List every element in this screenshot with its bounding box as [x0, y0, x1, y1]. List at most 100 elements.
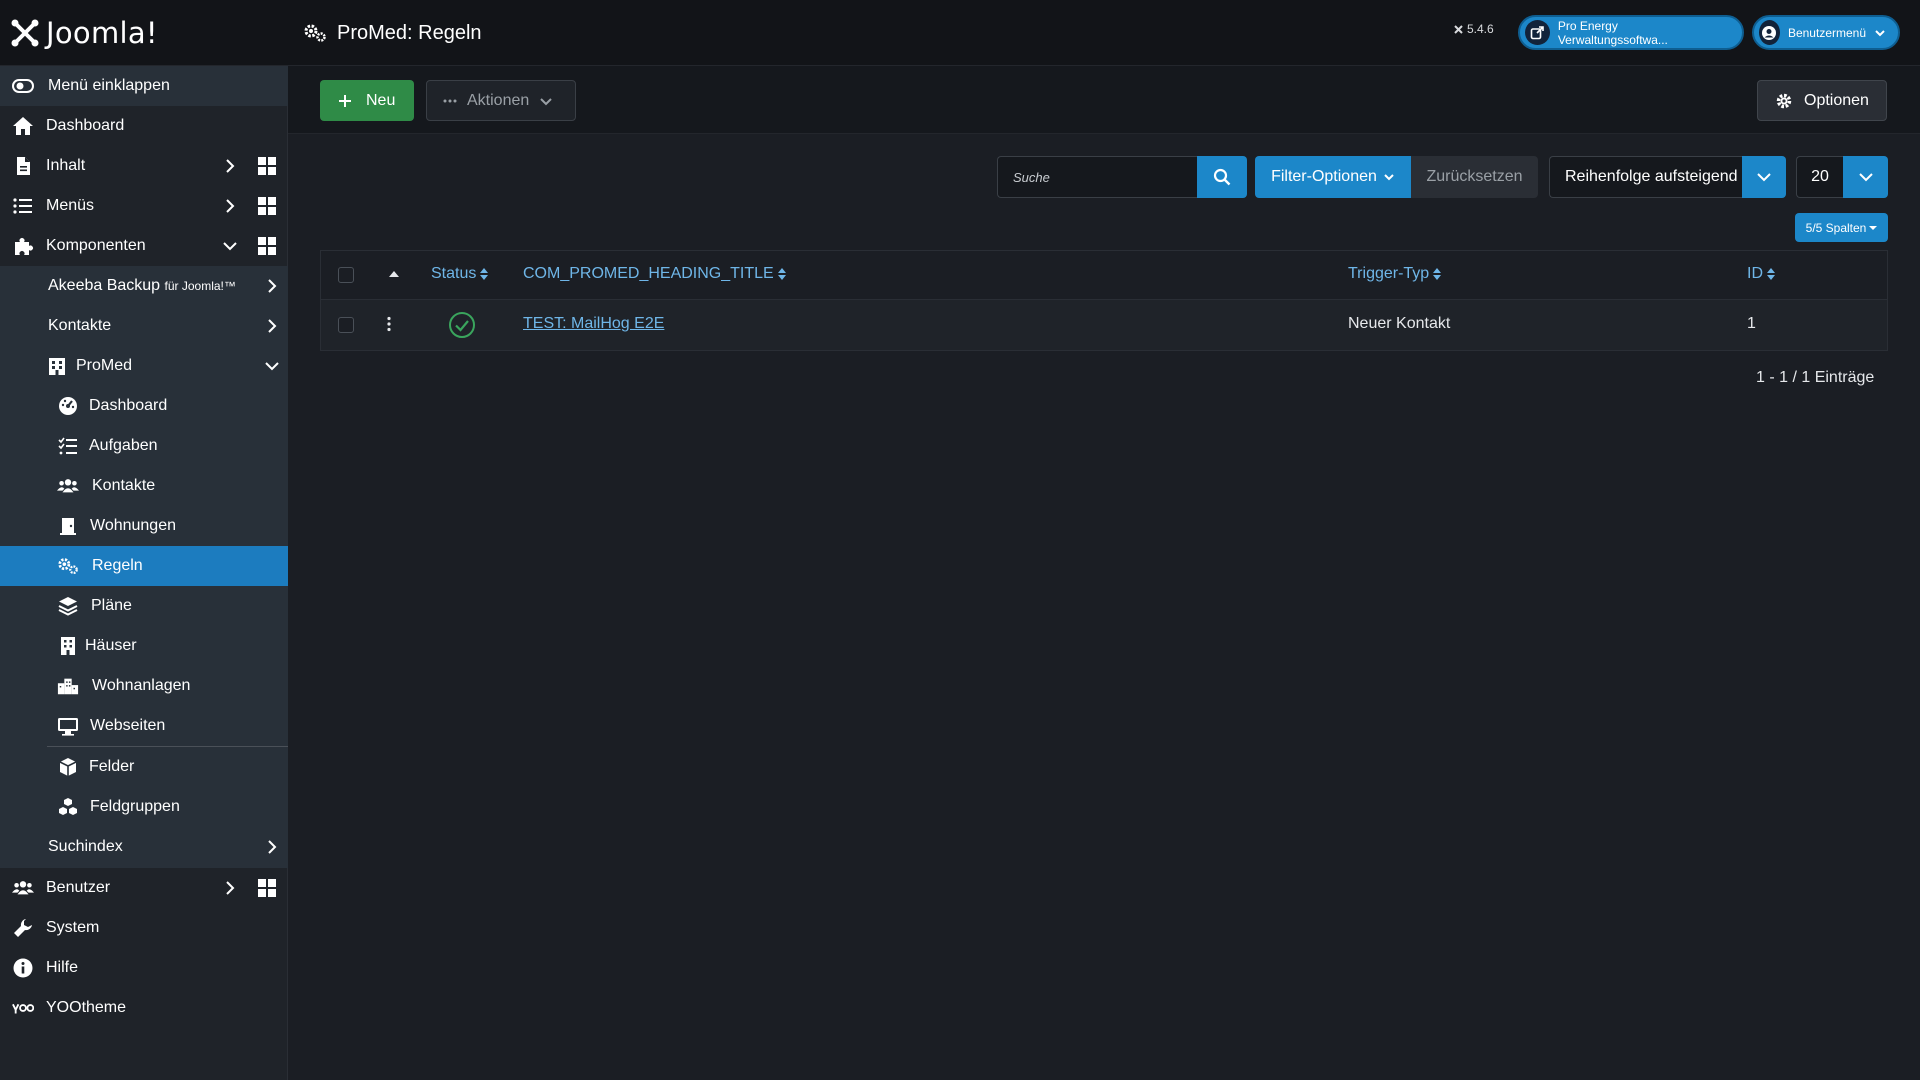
sidebar-item-label: Kontakte	[48, 317, 112, 334]
cogs-icon	[303, 23, 327, 43]
sidebar-item-field-groups[interactable]: Feldgruppen	[0, 787, 288, 827]
building-icon	[57, 635, 79, 657]
actions-dropdown[interactable]: Aktionen	[426, 80, 576, 121]
sidebar-item-components[interactable]: Komponenten	[0, 226, 288, 266]
cogs-icon	[57, 555, 79, 577]
id-cell: 1	[1747, 315, 1756, 332]
dashboard-grid-icon[interactable]	[258, 237, 276, 255]
sidebar-item-label: Menüs	[46, 197, 95, 214]
sidebar-item-promed-contacts[interactable]: Kontakte	[0, 466, 288, 506]
sidebar-item-fields[interactable]: Felder	[0, 747, 288, 787]
header-bar: Joomla! ProMed: Regeln 5.4.6 Pro Energy …	[0, 0, 1920, 66]
sidebar-toggle-menu[interactable]: Menü einklappen	[0, 66, 288, 106]
sidebar-item-label: Menü einklappen	[48, 77, 170, 94]
sidebar-item-websites[interactable]: Webseiten	[0, 706, 288, 746]
dashboard-grid-icon[interactable]	[258, 197, 276, 215]
search-button[interactable]	[1197, 156, 1247, 198]
chevron-down-icon	[1383, 171, 1395, 183]
user-menu-label: Benutzermenü	[1787, 25, 1866, 40]
sidebar-item-tasks[interactable]: Aufgaben	[0, 426, 288, 466]
puzzle-icon	[12, 235, 34, 257]
chevron-right-icon[interactable]	[264, 318, 280, 334]
list-limit-toggle[interactable]	[1843, 156, 1888, 198]
akeeba-suffix: für Joomla!™	[164, 279, 236, 293]
search-icon	[1213, 168, 1231, 186]
chevron-right-icon[interactable]	[222, 880, 238, 896]
row-checkbox[interactable]	[338, 317, 354, 333]
sidebar-item-label: System	[46, 919, 100, 936]
ordering-select-toggle[interactable]	[1742, 156, 1786, 198]
sidebar-item-akeeba[interactable]: Akeeba Backup für Joomla!™	[0, 266, 288, 306]
version-info: 5.4.6	[1453, 22, 1494, 36]
chevron-down-icon	[1874, 27, 1886, 39]
sidebar-item-search-index[interactable]: Suchindex	[0, 827, 288, 867]
sidebar-item-content[interactable]: Inhalt	[0, 146, 288, 186]
search-input[interactable]	[997, 156, 1197, 198]
id-column-header[interactable]: ID	[1747, 265, 1776, 283]
chevron-down-icon	[1756, 169, 1772, 185]
sidebar-item-houses[interactable]: Häuser	[0, 626, 288, 666]
sidebar-item-label: Hilfe	[46, 959, 79, 976]
chevron-down-icon[interactable]	[264, 358, 280, 374]
sidebar-item-label: Kontakte	[92, 477, 156, 494]
sidebar-item-system[interactable]: System	[0, 908, 288, 948]
akeeba-name: Akeeba Backup	[48, 277, 161, 294]
sidebar-item-promed-dashboard[interactable]: Dashboard	[0, 386, 288, 426]
sort-icon	[1766, 267, 1776, 281]
preview-site-button[interactable]: Pro Energy Verwaltungssoftwa...	[1518, 15, 1744, 50]
chevron-right-icon[interactable]	[264, 278, 280, 294]
sidebar-item-label: Benutzer	[46, 879, 111, 896]
sidebar-item-dashboard[interactable]: Dashboard	[0, 106, 288, 146]
joomla-logo-icon	[10, 18, 40, 48]
columns-toggle-button[interactable]: 5/5 Spalten	[1795, 213, 1888, 242]
sidebar-item-label: Komponenten	[46, 237, 146, 254]
drag-handle-icon[interactable]	[387, 316, 391, 332]
sidebar-item-label: YOOtheme	[46, 999, 127, 1016]
logo-text: Joomla!	[46, 16, 158, 50]
columns-label: 5/5 Spalten	[1805, 220, 1867, 235]
sidebar-item-complexes[interactable]: Wohnanlagen	[0, 666, 288, 706]
sidebar-item-contacts[interactable]: Kontakte	[0, 306, 288, 346]
sidebar-item-plans[interactable]: Pläne	[0, 586, 288, 626]
sidebar-item-label: Feldgruppen	[90, 798, 180, 815]
chevron-right-icon[interactable]	[222, 198, 238, 214]
sidebar-item-apartments[interactable]: Wohnungen	[0, 506, 288, 546]
rule-title-link[interactable]: TEST: MailHog E2E	[523, 315, 664, 333]
sidebar-item-label: Dashboard	[46, 117, 125, 134]
title-column-header[interactable]: COM_PROMED_HEADING_TITLE	[523, 265, 787, 283]
dashboard-grid-icon[interactable]	[258, 879, 276, 897]
trigger-column-header[interactable]: Trigger-Typ	[1348, 265, 1442, 283]
list-limit-select[interactable]: 20	[1796, 156, 1843, 198]
sidebar-item-users[interactable]: Benutzer	[0, 868, 288, 908]
published-check-icon[interactable]	[448, 311, 476, 339]
joomla-logo[interactable]: Joomla!	[10, 14, 158, 52]
new-button[interactable]: Neu	[320, 80, 414, 121]
sort-icon	[777, 267, 787, 281]
new-button-label: Neu	[366, 91, 396, 109]
chevron-right-icon[interactable]	[222, 158, 238, 174]
sidebar-item-menus[interactable]: Menüs	[0, 186, 288, 226]
ordering-select[interactable]: Reihenfolge aufsteigend	[1549, 156, 1742, 198]
select-all-checkbox[interactable]	[338, 267, 354, 283]
chevron-down-icon[interactable]	[222, 238, 238, 254]
sort-ordering-icon[interactable]	[388, 269, 400, 279]
toolbar: Neu Aktionen Optionen	[288, 66, 1920, 134]
reset-button[interactable]: Zurücksetzen	[1411, 156, 1538, 198]
dashboard-grid-icon[interactable]	[258, 157, 276, 175]
options-button[interactable]: Optionen	[1757, 80, 1887, 121]
joomla-small-icon	[1453, 24, 1464, 35]
sidebar-item-rules[interactable]: Regeln	[0, 546, 288, 586]
chevron-right-icon[interactable]	[264, 839, 280, 855]
sidebar-item-label: Regeln	[92, 557, 143, 574]
sidebar-item-promed[interactable]: ProMed	[0, 346, 288, 386]
id-header-label: ID	[1747, 265, 1763, 282]
user-menu-button[interactable]: Benutzermenü	[1752, 15, 1900, 50]
cube-icon	[57, 756, 79, 778]
gauge-icon	[57, 395, 79, 417]
status-column-header[interactable]: Status	[431, 265, 489, 283]
sidebar-item-yootheme[interactable]: YOOtheme	[0, 988, 288, 1028]
home-icon	[12, 115, 34, 137]
sidebar-item-help[interactable]: Hilfe	[0, 948, 288, 988]
filter-options-button[interactable]: Filter-Optionen	[1255, 156, 1411, 198]
chevron-down-icon	[1858, 169, 1874, 185]
